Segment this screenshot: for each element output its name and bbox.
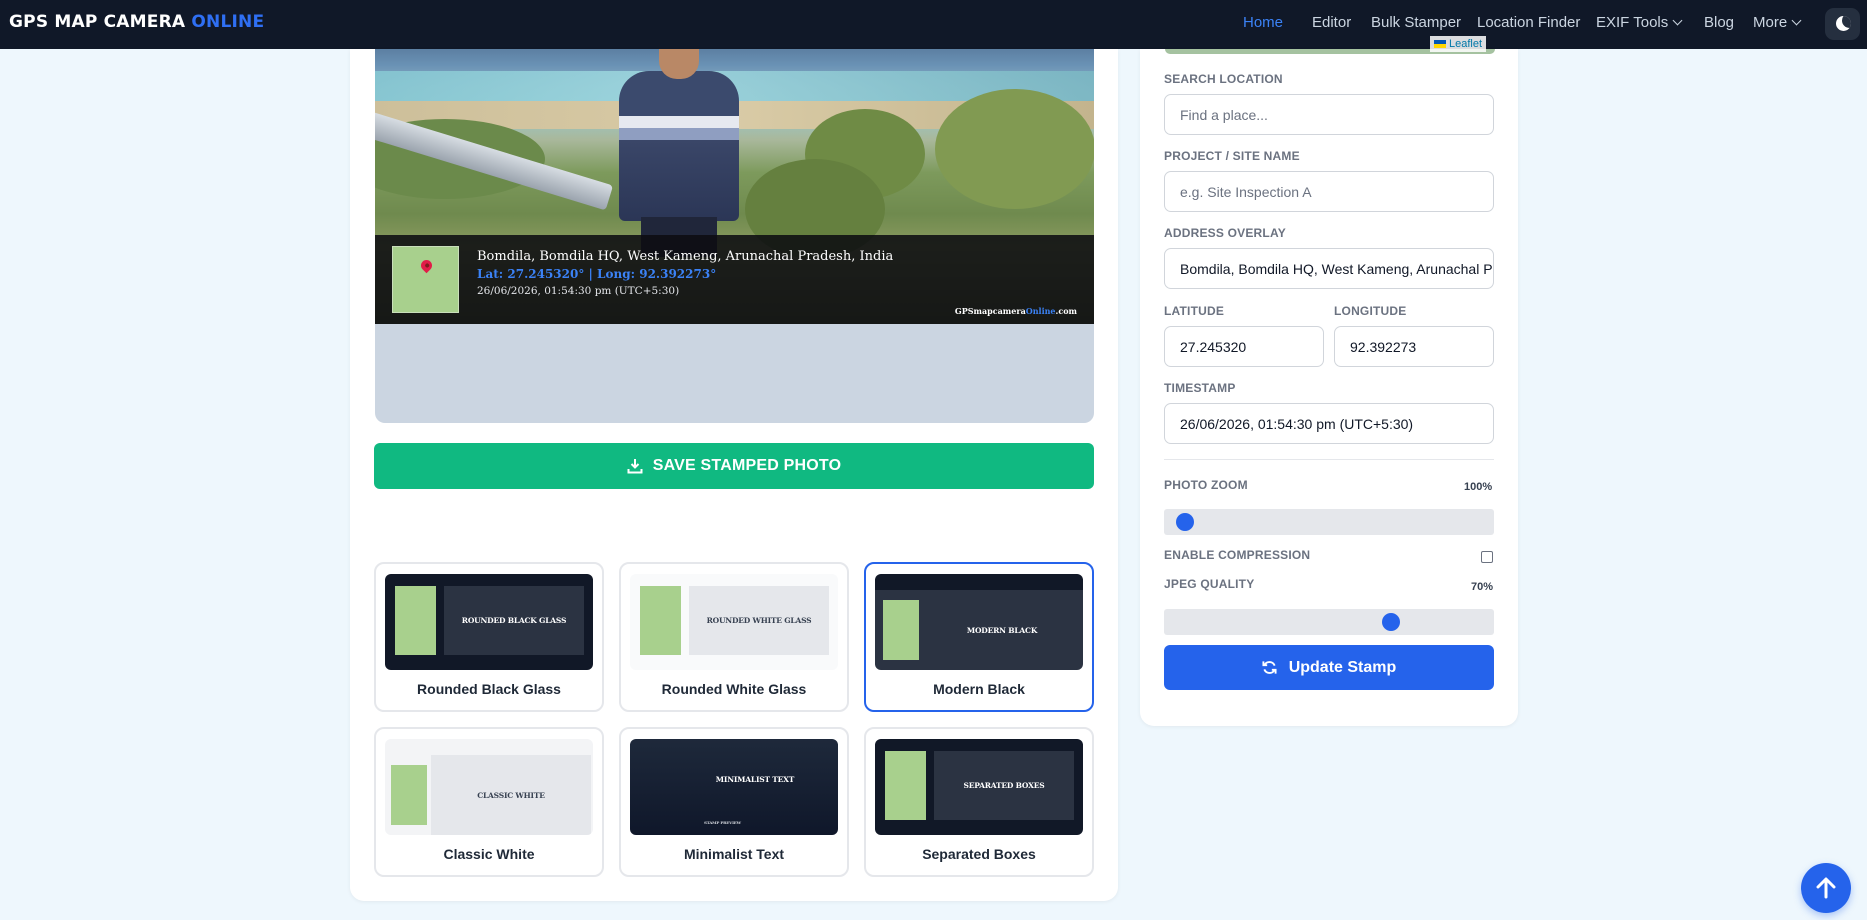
stamp-watermark: GPSmapcameraOnline.com (955, 306, 1077, 316)
nav-location-finder[interactable]: Location Finder (1477, 14, 1580, 31)
gps-stamp-overlay: Bomdila, Bomdila HQ, West Kameng, Arunac… (375, 235, 1094, 324)
nav-editor[interactable]: Editor (1312, 14, 1351, 31)
enable-compression-checkbox[interactable] (1481, 551, 1493, 563)
photo-tree (935, 89, 1094, 209)
chevron-down-icon (1791, 15, 1802, 26)
project-site-label: PROJECT / SITE NAME (1164, 149, 1300, 163)
search-location-label: SEARCH LOCATION (1164, 72, 1283, 86)
thumb-map (883, 600, 919, 660)
address-overlay-label: ADDRESS OVERLAY (1164, 226, 1286, 240)
thumb-text: MODERN BLACK (966, 625, 1038, 635)
thumb-text: CLASSIC WHITE (431, 755, 591, 835)
template-label: Rounded Black Glass (417, 681, 561, 697)
top-navbar: GPS MAP CAMERA ONLINE Home Editor Bulk S… (0, 0, 1867, 49)
save-button-label: SAVE STAMPED PHOTO (652, 457, 842, 474)
brand-logo[interactable]: GPS MAP CAMERA ONLINE (9, 12, 264, 32)
template-classic-white[interactable]: CLASSIC WHITE Classic White (374, 727, 604, 877)
nav-exif-tools-label: EXIF Tools (1596, 14, 1669, 31)
thumb-text: MINIMALIST TEXT (715, 774, 795, 784)
photo-zoom-label: PHOTO ZOOM (1164, 478, 1248, 492)
thumb-text: SEPARATED BOXES (934, 751, 1074, 820)
ukraine-flag-icon (1434, 40, 1446, 48)
brand-name: GPS MAP CAMERA (9, 12, 186, 32)
stamp-watermark-a: GPSmapcamera (954, 306, 1026, 316)
latitude-label: LATITUDE (1164, 304, 1225, 318)
template-thumbnail: SEPARATED BOXES (875, 739, 1083, 835)
person-jacket (619, 71, 739, 221)
thumb-subtext: STAMP PREVIEW (704, 819, 741, 825)
stamp-watermark-b: Online (1025, 306, 1056, 316)
nav-more[interactable]: More (1753, 14, 1802, 31)
divider (1164, 459, 1494, 460)
leaflet-attribution[interactable]: Leaflet (1430, 36, 1487, 52)
nav-home[interactable]: Home (1243, 14, 1283, 31)
template-minimalist-text[interactable]: MINIMALIST TEXT STAMP PREVIEW Minimalist… (619, 727, 849, 877)
template-label: Minimalist Text (683, 846, 785, 862)
save-stamped-photo-button[interactable]: SAVE STAMPED PHOTO (374, 443, 1094, 489)
dark-mode-toggle[interactable] (1825, 8, 1860, 40)
template-rounded-black-glass[interactable]: ROUNDED BLACK GLASS Rounded Black Glass (374, 562, 604, 712)
thumb-text: ROUNDED BLACK GLASS (444, 586, 584, 655)
stamp-watermark-c: .com (1055, 306, 1077, 316)
arrow-up-icon (1816, 877, 1836, 899)
stamp-timestamp: 26/06/2026, 01:54:30 pm (UTC+5:30) (477, 285, 680, 297)
jpeg-quality-slider[interactable] (1164, 609, 1494, 635)
thumb-map (391, 765, 427, 825)
map-pin-icon (418, 257, 435, 274)
project-site-input[interactable]: e.g. Site Inspection A (1164, 171, 1494, 212)
photo-preview: Bomdila, Bomdila HQ, West Kameng, Arunac… (375, 49, 1094, 423)
photo-zoom-value: 100% (1464, 481, 1493, 493)
thumb-map (395, 586, 436, 655)
photo-zoom-slider[interactable] (1164, 509, 1494, 535)
stamp-coordinates: Lat: 27.245320° | Long: 92.392273° (477, 267, 717, 281)
thumb-map (640, 586, 681, 655)
latitude-input[interactable]: 27.245320 (1164, 326, 1324, 367)
nav-exif-tools[interactable]: EXIF Tools (1596, 14, 1683, 31)
update-stamp-button[interactable]: Update Stamp (1164, 645, 1494, 690)
template-thumbnail: ROUNDED BLACK GLASS (385, 574, 593, 670)
nav-bulk-stamper[interactable]: Bulk Stamper (1371, 14, 1461, 31)
template-separated-boxes[interactable]: SEPARATED BOXES Separated Boxes (864, 727, 1094, 877)
timestamp-label: TIMESTAMP (1164, 381, 1236, 395)
template-rounded-white-glass[interactable]: ROUNDED WHITE GLASS Rounded White Glass (619, 562, 849, 712)
longitude-input[interactable]: 92.392273 (1334, 326, 1494, 367)
search-location-input[interactable]: Find a place... (1164, 94, 1494, 135)
slider-thumb[interactable] (1176, 513, 1194, 531)
timestamp-input[interactable]: 26/06/2026, 01:54:30 pm (UTC+5:30) (1164, 403, 1494, 444)
template-label: Modern Black (933, 681, 1025, 697)
enable-compression-label: ENABLE COMPRESSION (1164, 548, 1311, 562)
jpeg-quality-label: JPEG QUALITY (1164, 577, 1255, 591)
template-thumbnail: ROUNDED WHITE GLASS (630, 574, 838, 670)
brand-accent: ONLINE (191, 12, 265, 32)
template-modern-black[interactable]: MODERN BLACK Modern Black (864, 562, 1094, 712)
update-stamp-label: Update Stamp (1288, 658, 1397, 676)
leaflet-attribution-label: Leaflet (1449, 38, 1483, 50)
download-icon (627, 459, 643, 474)
template-label: Separated Boxes (922, 846, 1036, 862)
stamp-address: Bomdila, Bomdila HQ, West Kameng, Arunac… (477, 249, 894, 264)
nav-blog[interactable]: Blog (1704, 14, 1734, 31)
thumb-map (885, 751, 926, 820)
refresh-icon (1262, 661, 1277, 674)
stamp-mini-map (392, 246, 459, 313)
slider-thumb[interactable] (1381, 613, 1400, 631)
template-label: Rounded White Glass (661, 681, 807, 697)
address-overlay-input[interactable]: Bomdila, Bomdila HQ, West Kameng, Arunac… (1164, 248, 1494, 289)
jpeg-quality-value: 70% (1471, 581, 1494, 593)
chevron-down-icon (1672, 15, 1683, 26)
template-label: Classic White (443, 846, 535, 862)
moon-icon (1836, 16, 1851, 31)
longitude-label: LONGITUDE (1334, 304, 1407, 318)
photo-person (613, 49, 745, 257)
scroll-to-top-button[interactable] (1801, 863, 1851, 913)
template-thumbnail: MINIMALIST TEXT STAMP PREVIEW (630, 739, 838, 835)
nav-more-label: More (1753, 14, 1788, 31)
template-thumbnail: CLASSIC WHITE (385, 739, 593, 835)
thumb-text: ROUNDED WHITE GLASS (689, 586, 829, 655)
template-thumbnail: MODERN BLACK (875, 574, 1083, 670)
